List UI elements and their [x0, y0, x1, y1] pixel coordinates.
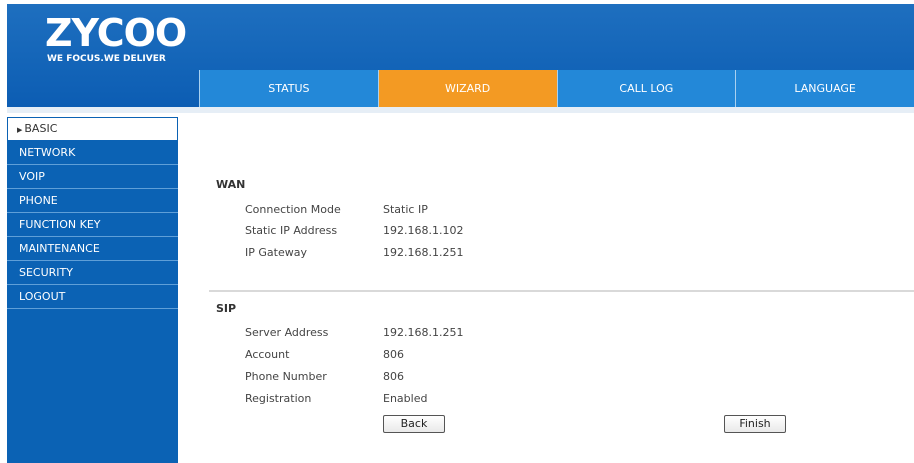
sip-row-account: Account 806 — [245, 348, 905, 366]
sip-row-phone-number: Phone Number 806 — [245, 370, 905, 388]
tab-wizard[interactable]: WIZARD — [377, 70, 557, 107]
field-label: Static IP Address — [245, 224, 338, 237]
wan-row-ip-gateway: IP Gateway 192.168.1.251 — [245, 246, 905, 264]
tab-status[interactable]: STATUS — [199, 70, 378, 107]
sidebar-item-maintenance[interactable]: MAINTENANCE — [7, 237, 178, 261]
field-value: 806 — [383, 348, 404, 361]
field-label: Server Address — [245, 326, 329, 339]
tab-call-log[interactable]: CALL LOG — [556, 70, 736, 107]
wan-row-static-ip-address: Static IP Address 192.168.1.102 — [245, 224, 905, 242]
field-value: 806 — [383, 370, 404, 383]
field-value: 192.168.1.102 — [383, 224, 464, 237]
field-label: Connection Mode — [245, 203, 341, 216]
logo-tagline: WE FOCUS.WE DELIVER — [47, 54, 166, 64]
header: ZYCOO WE FOCUS.WE DELIVER STATUS WIZARD … — [7, 4, 914, 107]
tab-language[interactable]: LANGUAGE — [735, 70, 914, 107]
sidebar-item-function-key[interactable]: FUNCTION KEY — [7, 213, 178, 237]
field-label: Phone Number — [245, 370, 327, 383]
field-value: 192.168.1.251 — [383, 246, 464, 259]
sidebar-item-basic[interactable]: ▶ BASIC — [7, 117, 178, 141]
field-value: Enabled — [383, 392, 428, 405]
section-divider — [209, 290, 914, 292]
sip-section-title: SIP — [216, 302, 237, 315]
field-label: Registration — [245, 392, 312, 405]
logo-text: ZYCOO — [45, 11, 187, 55]
triangle-right-icon: ▶ — [17, 126, 23, 134]
field-value: Static IP — [383, 203, 428, 216]
sidebar-item-security[interactable]: SECURITY — [7, 261, 178, 285]
finish-button[interactable]: Finish — [724, 415, 786, 433]
sidebar-item-network[interactable]: NETWORK — [7, 141, 178, 165]
sidebar-item-label: BASIC — [24, 122, 58, 135]
field-label: Account — [245, 348, 290, 361]
zycoo-logo: ZYCOO WE FOCUS.WE DELIVER — [45, 11, 187, 69]
sidebar-item-phone[interactable]: PHONE — [7, 189, 178, 213]
main-content: WAN Connection Mode Static IP Static IP … — [178, 113, 914, 463]
top-navigation: STATUS WIZARD CALL LOG LANGUAGE — [199, 70, 914, 107]
back-button[interactable]: Back — [383, 415, 445, 433]
sip-row-server-address: Server Address 192.168.1.251 — [245, 326, 905, 344]
wan-row-connection-mode: Connection Mode Static IP — [245, 203, 905, 221]
sidebar: ▶ BASIC NETWORK VOIP PHONE FUNCTION KEY M… — [7, 117, 178, 463]
sidebar-item-logout[interactable]: LOGOUT — [7, 285, 178, 309]
wan-section-title: WAN — [216, 178, 246, 191]
field-value: 192.168.1.251 — [383, 326, 464, 339]
sidebar-item-voip[interactable]: VOIP — [7, 165, 178, 189]
field-label: IP Gateway — [245, 246, 307, 259]
sip-row-registration: Registration Enabled — [245, 392, 905, 410]
